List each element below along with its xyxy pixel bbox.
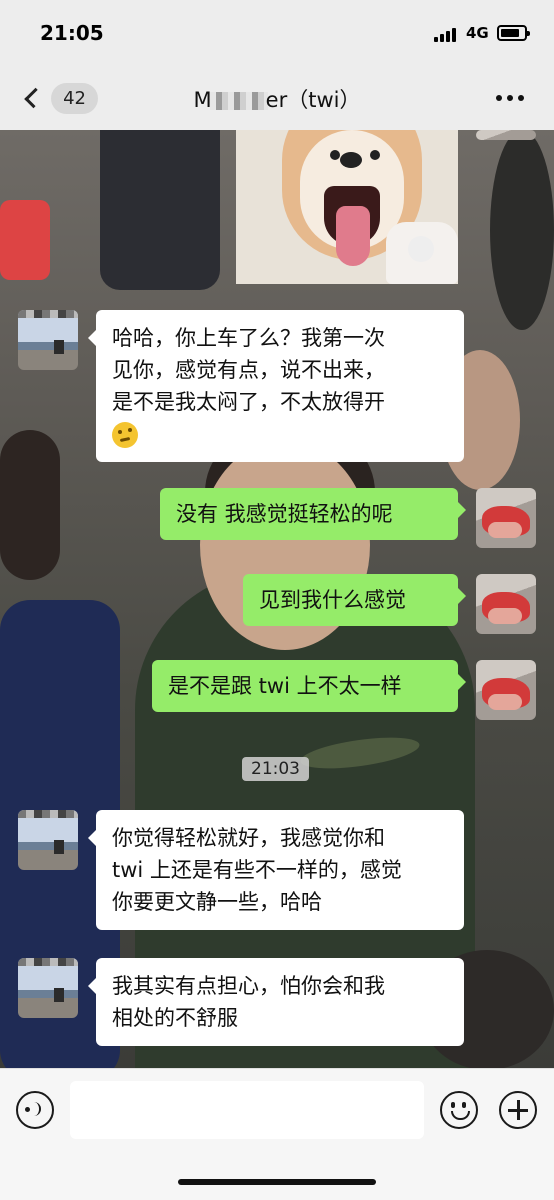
home-indicator bbox=[178, 1179, 376, 1185]
message-line: 你觉得轻松就好，我感觉你和 bbox=[112, 826, 385, 850]
message-line: 见到我什么感觉 bbox=[259, 588, 406, 612]
avatar[interactable] bbox=[476, 574, 536, 634]
message-line: 是不是我太闷了，不太放得开 bbox=[112, 390, 385, 414]
avatar[interactable] bbox=[476, 660, 536, 720]
message-line: twi 上还是有些不一样的，感觉 bbox=[112, 858, 402, 882]
battery-icon bbox=[497, 25, 530, 41]
message-input[interactable] bbox=[70, 1081, 424, 1139]
message-bubble-incoming[interactable]: 你觉得轻松就好，我感觉你和 twi 上还是有些不一样的，感觉 你要更文静一些，哈… bbox=[88, 810, 464, 930]
signal-icon bbox=[434, 26, 460, 42]
message-line: 你要更文静一些，哈哈 bbox=[112, 890, 322, 914]
thinking-face-icon bbox=[112, 422, 138, 448]
avatar[interactable] bbox=[18, 810, 78, 870]
more-dots-icon[interactable] bbox=[496, 95, 528, 103]
dog-sticker[interactable] bbox=[236, 130, 458, 284]
message-line: 见你，感觉有点，说不出来， bbox=[112, 358, 385, 382]
avatar[interactable] bbox=[476, 130, 536, 140]
message-bubble-incoming[interactable]: 哈哈，你上车了么？我第一次 见你，感觉有点，说不出来， 是不是我太闷了，不太放得… bbox=[88, 310, 464, 462]
network-label: 4G bbox=[466, 24, 489, 42]
avatar[interactable] bbox=[18, 958, 78, 1018]
voice-icon[interactable] bbox=[16, 1091, 54, 1129]
chat-title[interactable]: Mer（twi） bbox=[0, 84, 554, 114]
top-bar: 21:05 4G 42 Mer（twi） bbox=[0, 0, 554, 130]
message-line: 是不是跟 twi 上不太一样 bbox=[168, 674, 402, 698]
avatar[interactable] bbox=[18, 310, 78, 370]
plus-icon[interactable] bbox=[499, 1091, 537, 1129]
status-time: 21:05 bbox=[40, 21, 104, 45]
message-line: 哈哈，你上车了么？我第一次 bbox=[112, 326, 385, 350]
message-bubble-outgoing[interactable]: 见到我什么感觉 bbox=[243, 574, 466, 626]
message-bubble-incoming[interactable]: 我其实有点担心，怕你会和我 相处的不舒服 bbox=[88, 958, 464, 1046]
timestamp: 21:03 bbox=[242, 757, 309, 781]
message-line: 相处的不舒服 bbox=[112, 1006, 238, 1030]
smiley-icon[interactable] bbox=[440, 1091, 478, 1129]
avatar[interactable] bbox=[476, 488, 536, 548]
chat-title-suffix: er（twi） bbox=[265, 88, 361, 112]
redacted-name bbox=[209, 92, 268, 110]
message-line: 我其实有点担心，怕你会和我 bbox=[112, 974, 385, 998]
input-bar bbox=[0, 1068, 554, 1200]
message-bubble-outgoing[interactable]: 没有 我感觉挺轻松的呢 bbox=[160, 488, 466, 540]
message-line: 没有 我感觉挺轻松的呢 bbox=[176, 502, 393, 526]
message-bubble-outgoing[interactable]: 是不是跟 twi 上不太一样 bbox=[152, 660, 466, 712]
